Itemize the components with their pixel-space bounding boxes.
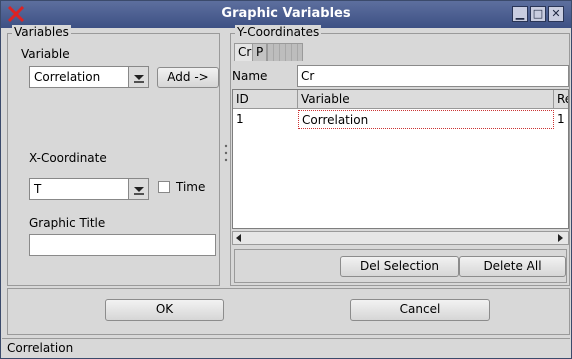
dialog-window: Graphic Variables ▁ □ ✕ Variables Variab… (0, 0, 572, 359)
name-input[interactable]: Cr (297, 65, 569, 87)
table-header-variable[interactable]: Variable (298, 90, 554, 109)
delete-all-button[interactable]: Delete All (459, 256, 566, 277)
table-cell-variable: Correlation (298, 110, 554, 129)
ycoords-group-title: Y-Coordinates (235, 25, 322, 39)
variable-select-value: Correlation (34, 70, 101, 84)
scroll-left-icon[interactable] (235, 234, 243, 242)
chevron-down-icon[interactable] (128, 179, 148, 199)
close-button[interactable]: ✕ (548, 6, 564, 22)
name-label: Name (232, 69, 268, 83)
time-checkbox[interactable] (158, 181, 170, 193)
maximize-button[interactable]: □ (530, 6, 546, 22)
graphic-title-label: Graphic Title (29, 216, 106, 230)
tab-p[interactable]: P (252, 43, 268, 61)
table-cell-id: 1 (236, 112, 244, 126)
splitter-handle-icon[interactable] (223, 143, 229, 165)
variable-label: Variable (21, 47, 70, 61)
scroll-right-icon[interactable] (556, 234, 564, 242)
variables-group-title: Variables (12, 25, 71, 39)
xcoord-label: X-Coordinate (29, 151, 107, 165)
ok-button[interactable]: OK (105, 299, 224, 321)
ycoords-table: ID Variable Re 1 Correlation 1 (232, 89, 569, 229)
window-title: Graphic Variables (221, 6, 351, 21)
del-selection-button[interactable]: Del Selection (340, 256, 459, 277)
status-bar: Correlation (2, 338, 570, 358)
table-cell-re: 1 (557, 112, 565, 126)
table-header-id[interactable]: ID (233, 90, 298, 109)
table-header-re[interactable]: Re (554, 90, 568, 109)
title-bar[interactable]: Graphic Variables ▁ □ ✕ (1, 1, 571, 28)
horizontal-scrollbar[interactable] (232, 231, 569, 245)
xcoord-select-value: T (34, 182, 42, 196)
cancel-button[interactable]: Cancel (350, 299, 490, 321)
time-label: Time (176, 180, 206, 194)
variable-select[interactable]: Correlation (29, 66, 149, 88)
graphic-title-input[interactable] (29, 234, 216, 256)
chevron-down-icon[interactable] (128, 67, 148, 87)
tab-overflow-strip[interactable] (267, 43, 303, 61)
minimize-button[interactable]: ▁ (512, 6, 528, 22)
add-button[interactable]: Add -> (157, 67, 219, 88)
xcoord-select[interactable]: T (29, 178, 149, 200)
